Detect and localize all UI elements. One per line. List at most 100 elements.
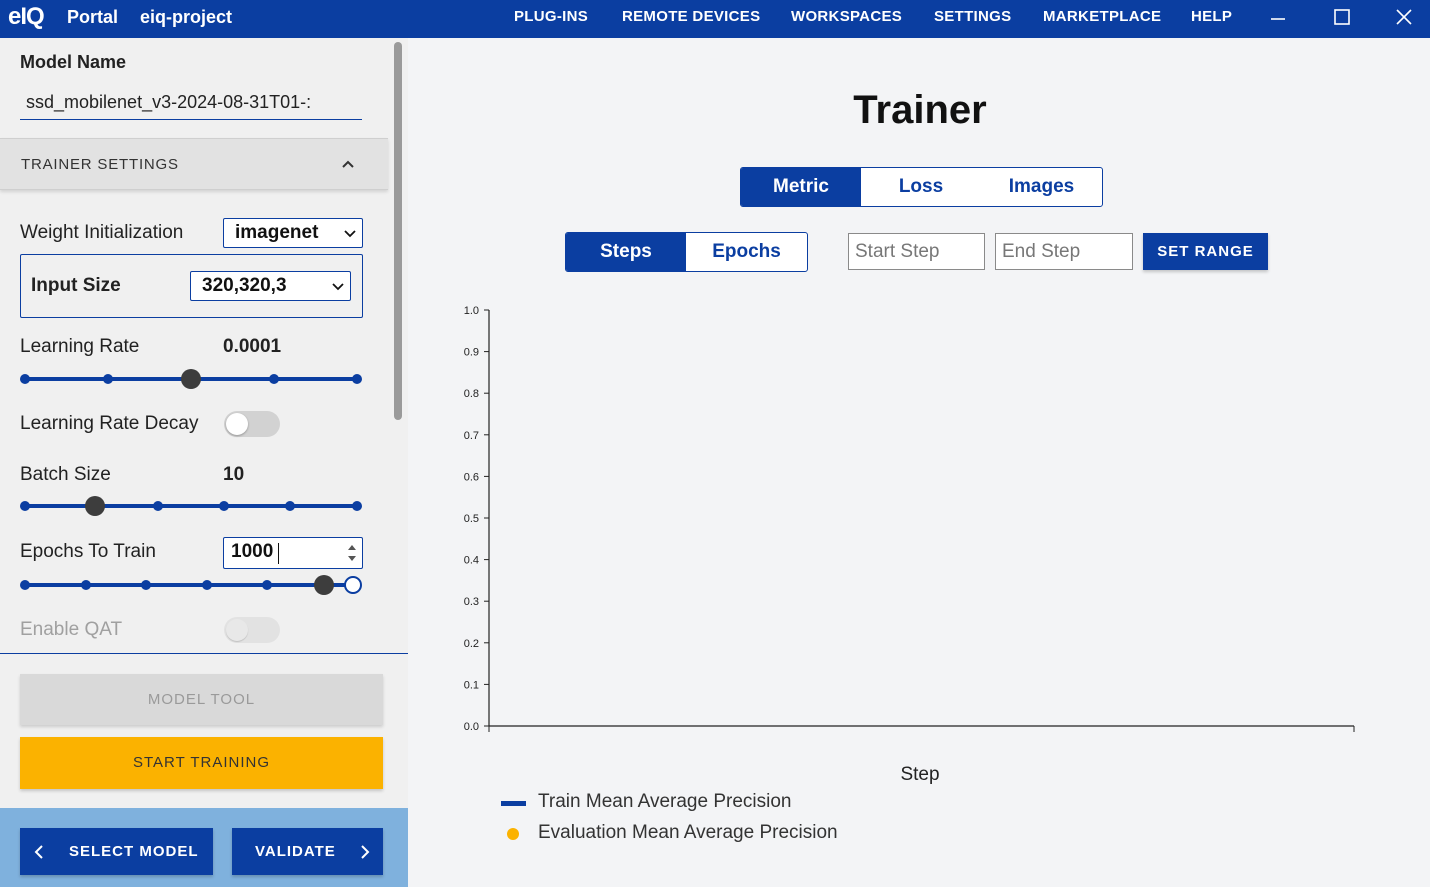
text-caret bbox=[278, 543, 279, 564]
nav-plugins[interactable]: PLUG-INS bbox=[514, 8, 588, 25]
input-size-label: Input Size bbox=[31, 275, 121, 296]
slider-track[interactable] bbox=[25, 504, 357, 508]
nav-settings[interactable]: SETTINGS bbox=[934, 8, 1011, 25]
slider-mark bbox=[219, 501, 229, 511]
tab-images[interactable]: Images bbox=[981, 168, 1102, 206]
batch-size-value: 10 bbox=[223, 464, 245, 485]
weight-init-value: imagenet bbox=[235, 222, 319, 243]
model-name-label: Model Name bbox=[20, 52, 127, 72]
trainer-settings-panel: Model Name TRAINER SETTINGS Weight Initi… bbox=[0, 38, 408, 887]
nav-remote-devices[interactable]: REMOTE DEVICES bbox=[622, 8, 760, 25]
y-tick-label: 0.9 bbox=[464, 347, 479, 359]
slider-mark bbox=[202, 580, 212, 590]
slider-mark bbox=[103, 374, 113, 384]
select-model-button[interactable]: SELECT MODEL bbox=[20, 828, 213, 875]
nav-marketplace[interactable]: MARKETPLACE bbox=[1043, 8, 1161, 25]
slider-mark bbox=[153, 501, 163, 511]
minimize-icon[interactable] bbox=[1265, 5, 1291, 31]
y-tick-label: 0.1 bbox=[464, 679, 479, 691]
app-title[interactable]: Portal bbox=[67, 7, 118, 28]
set-range-button[interactable]: SET RANGE bbox=[1143, 233, 1268, 270]
y-tick-label: 0.6 bbox=[464, 471, 479, 483]
tab-metric[interactable]: Metric bbox=[741, 168, 861, 206]
chevron-up-icon[interactable] bbox=[340, 156, 356, 172]
nav-help[interactable]: HELP bbox=[1191, 8, 1232, 25]
batch-size-label: Batch Size bbox=[20, 464, 111, 485]
spin-down-icon[interactable] bbox=[348, 556, 356, 562]
slider-mark bbox=[352, 374, 362, 384]
project-title[interactable]: eiq-project bbox=[140, 7, 232, 28]
epochs-thumb[interactable] bbox=[314, 575, 334, 595]
learning-rate-thumb[interactable] bbox=[181, 369, 201, 389]
lr-decay-label: Learning Rate Decay bbox=[20, 413, 199, 434]
y-tick-label: 0.5 bbox=[464, 513, 479, 525]
legend-dot-swatch bbox=[507, 828, 519, 840]
nav-workspaces[interactable]: WORKSPACES bbox=[791, 8, 902, 25]
epochs-input[interactable]: 1000 bbox=[223, 537, 363, 569]
legend-line-swatch bbox=[501, 801, 526, 806]
epochs-value: 1000 bbox=[231, 541, 274, 562]
slider-mark bbox=[20, 580, 30, 590]
qat-label: Enable QAT bbox=[20, 619, 123, 640]
input-size-group: Input Size 320,320,3 bbox=[20, 254, 363, 318]
bottom-nav-bar: SELECT MODEL VALIDATE bbox=[0, 808, 408, 887]
slider-track[interactable] bbox=[25, 583, 347, 587]
validate-label: VALIDATE bbox=[255, 843, 336, 860]
x-axis-label: Step bbox=[900, 764, 940, 785]
slider-mark-max bbox=[344, 576, 362, 594]
legend-label: Evaluation Mean Average Precision bbox=[538, 822, 838, 843]
chevron-left-icon bbox=[34, 845, 43, 859]
start-step-input[interactable] bbox=[848, 233, 985, 270]
x-axis bbox=[488, 725, 1355, 732]
chevron-down-icon bbox=[332, 283, 344, 291]
model-tool-button[interactable]: MODEL TOOL bbox=[20, 674, 383, 725]
title-bar: eIQ Portal eiq-project PLUG-INS REMOTE D… bbox=[0, 0, 1430, 38]
input-size-value: 320,320,3 bbox=[202, 275, 287, 296]
input-size-select[interactable]: 320,320,3 bbox=[190, 271, 351, 301]
chevron-right-icon bbox=[361, 845, 370, 859]
slider-mark bbox=[81, 580, 91, 590]
spin-up-icon[interactable] bbox=[348, 544, 356, 550]
slider-mark bbox=[285, 501, 295, 511]
weight-init-select[interactable]: imagenet bbox=[223, 218, 363, 248]
validate-button[interactable]: VALIDATE bbox=[232, 828, 383, 875]
view-tabs: Metric Loss Images bbox=[740, 167, 1103, 207]
page-title: Trainer bbox=[853, 88, 987, 132]
slider-mark bbox=[141, 580, 151, 590]
learning-rate-value: 0.0001 bbox=[223, 336, 282, 357]
y-tick-label: 0.3 bbox=[464, 596, 479, 608]
qat-toggle[interactable] bbox=[224, 617, 280, 643]
epochs-label: Epochs To Train bbox=[20, 541, 156, 562]
tab-loss[interactable]: Loss bbox=[861, 168, 981, 206]
slider-mark bbox=[20, 374, 30, 384]
sidebar-scrollbar[interactable] bbox=[394, 42, 402, 420]
model-name-input[interactable] bbox=[20, 86, 362, 120]
y-tick-label: 0.8 bbox=[464, 388, 479, 400]
batch-size-thumb[interactable] bbox=[85, 496, 105, 516]
end-step-input[interactable] bbox=[995, 233, 1133, 270]
chevron-down-icon bbox=[344, 230, 356, 238]
slider-mark bbox=[262, 580, 272, 590]
y-tick-label: 0.0 bbox=[464, 721, 479, 733]
trainer-settings-header[interactable]: TRAINER SETTINGS bbox=[0, 138, 388, 190]
select-model-label: SELECT MODEL bbox=[69, 843, 199, 860]
slider-mark bbox=[20, 501, 30, 511]
tab-epochs[interactable]: Epochs bbox=[686, 233, 807, 271]
eiq-logo: eIQ bbox=[8, 3, 45, 30]
slider-mark bbox=[352, 501, 362, 511]
maximize-icon[interactable] bbox=[1329, 5, 1355, 31]
close-icon[interactable] bbox=[1391, 5, 1417, 31]
unit-tabs: Steps Epochs bbox=[565, 232, 808, 272]
y-tick-label: 1.0 bbox=[464, 305, 479, 317]
learning-rate-label: Learning Rate bbox=[20, 336, 140, 357]
toggle-knob bbox=[226, 619, 248, 641]
tab-steps[interactable]: Steps bbox=[566, 233, 686, 271]
legend-label: Train Mean Average Precision bbox=[538, 791, 792, 812]
divider bbox=[0, 653, 408, 654]
metric-chart: 0.0 0.1 0.2 0.3 0.4 0.5 0.6 0.7 0.8 0.9 1.0 bbox=[464, 305, 1355, 733]
start-training-button[interactable]: START TRAINING bbox=[20, 737, 383, 789]
toggle-knob bbox=[226, 413, 248, 435]
lr-decay-toggle[interactable] bbox=[224, 411, 280, 437]
y-tick-label: 0.4 bbox=[464, 555, 479, 567]
section-title: TRAINER SETTINGS bbox=[21, 156, 179, 173]
